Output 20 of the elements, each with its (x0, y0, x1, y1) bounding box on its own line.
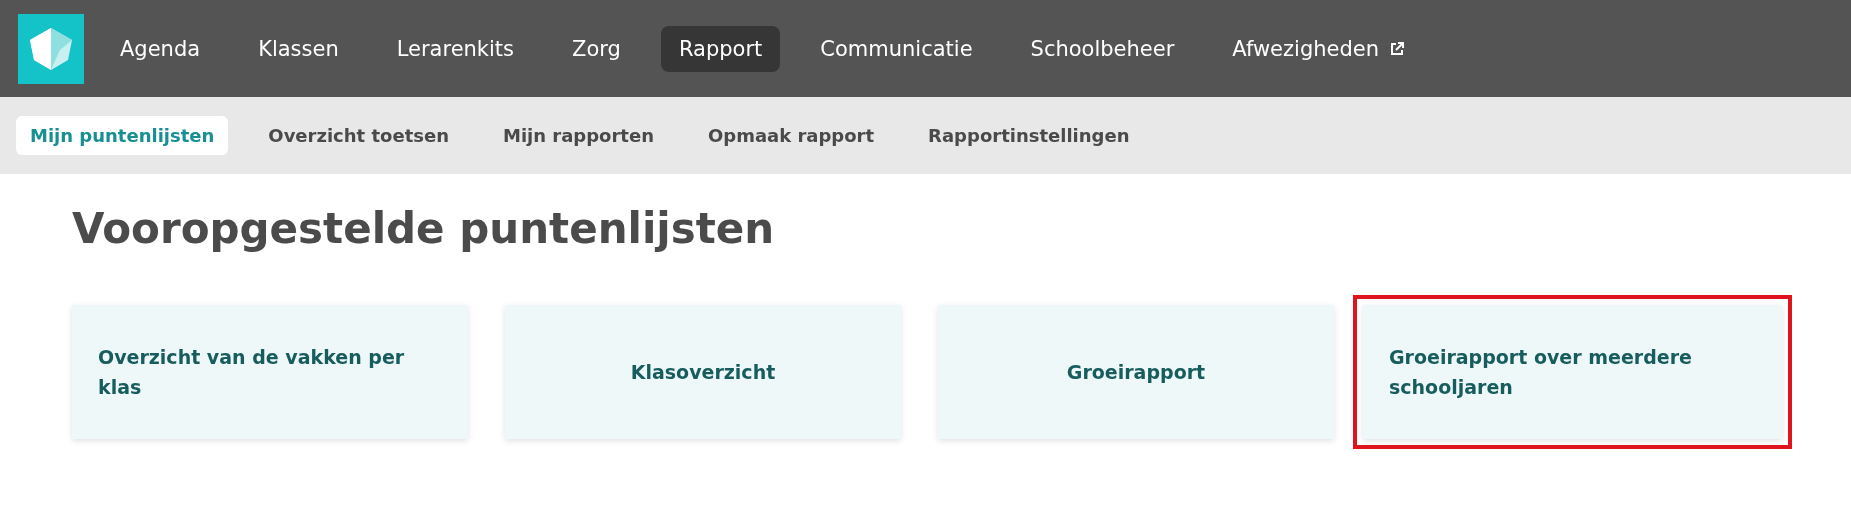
sub-tab[interactable]: Mijn puntenlijsten (16, 116, 229, 155)
nav-tab[interactable]: Zorg (554, 25, 639, 72)
nav-tab[interactable]: Rapport (660, 25, 781, 72)
nav-tab[interactable]: Lerarenkits (378, 25, 533, 72)
page-title: Vooropgestelde puntenlijsten (72, 204, 776, 253)
sub-tab[interactable]: Opmaak rapport (694, 116, 889, 155)
report-card[interactable]: Groeirapport (938, 305, 1334, 439)
sub-tab[interactable]: Mijn rapporten (489, 116, 668, 155)
nav-tab[interactable]: Agenda (102, 25, 219, 72)
nav-tab[interactable]: Klassen (240, 25, 357, 72)
external-link-icon (1389, 40, 1405, 57)
nav-tab[interactable]: Afwezigheden (1214, 25, 1423, 72)
report-card[interactable]: Overzicht van de vakken per klas (72, 305, 468, 439)
sub-tab[interactable]: Overzicht toetsen (254, 116, 463, 155)
report-card[interactable]: Klasoverzicht (505, 305, 901, 439)
nav-tab[interactable]: Communicatie (802, 25, 991, 72)
report-card[interactable]: Groeirapport over meerdere schooljaren (1363, 305, 1782, 439)
nav-tab[interactable]: Schoolbeheer (1012, 25, 1193, 72)
sub-tab[interactable]: Rapportinstellingen (914, 116, 1144, 155)
logo-icon[interactable] (18, 13, 84, 84)
